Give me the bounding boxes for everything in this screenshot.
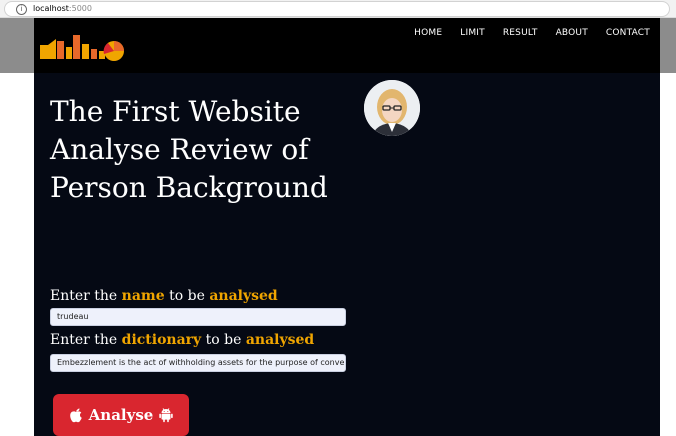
- main-nav: HOME LIMIT RESULT ABOUT CONTACT: [396, 28, 650, 38]
- nav-home[interactable]: HOME: [414, 28, 442, 38]
- logo-icon[interactable]: [38, 27, 124, 69]
- name-label-middle: to be: [164, 288, 210, 304]
- name-label-prefix: Enter the: [50, 288, 122, 304]
- name-label: Enter the name to be analysed: [50, 287, 278, 305]
- dictionary-label-keyword: dictionary: [121, 332, 202, 348]
- avatar: [364, 80, 420, 136]
- nav-about[interactable]: ABOUT: [556, 28, 588, 38]
- nav-limit[interactable]: LIMIT: [460, 28, 485, 38]
- nav-result[interactable]: RESULT: [503, 28, 538, 38]
- top-navbar: HOME LIMIT RESULT ABOUT CONTACT: [34, 18, 660, 73]
- url-host: localhost: [33, 4, 69, 13]
- name-label-keyword: name: [121, 288, 165, 304]
- analyse-button[interactable]: Analyse: [53, 394, 189, 436]
- name-label-action: analysed: [209, 288, 278, 304]
- dictionary-label-action: analysed: [245, 332, 315, 348]
- browser-address-bar: i localhost:5000: [0, 0, 676, 18]
- dictionary-label-prefix: Enter the: [50, 332, 122, 348]
- nav-contact[interactable]: CONTACT: [606, 28, 650, 38]
- apple-icon: [69, 408, 82, 423]
- dictionary-label-middle: to be: [201, 332, 246, 348]
- url-port: :5000: [68, 4, 92, 13]
- info-icon[interactable]: i: [16, 4, 27, 15]
- dictionary-input[interactable]: Embezzlement is the act of withholding a…: [50, 354, 346, 372]
- dictionary-label: Enter the dictionary to be analysed: [50, 331, 314, 349]
- android-icon: [159, 408, 174, 423]
- analyse-button-label: Analyse: [88, 406, 154, 424]
- hero-title: The First Website Analyse Review of Pers…: [50, 95, 328, 204]
- url-field[interactable]: i localhost:5000: [4, 1, 670, 17]
- page-panel: HOME LIMIT RESULT ABOUT CONTACT The Firs…: [34, 18, 660, 436]
- url-text[interactable]: localhost:5000: [33, 3, 92, 15]
- name-input[interactable]: trudeau: [50, 308, 346, 326]
